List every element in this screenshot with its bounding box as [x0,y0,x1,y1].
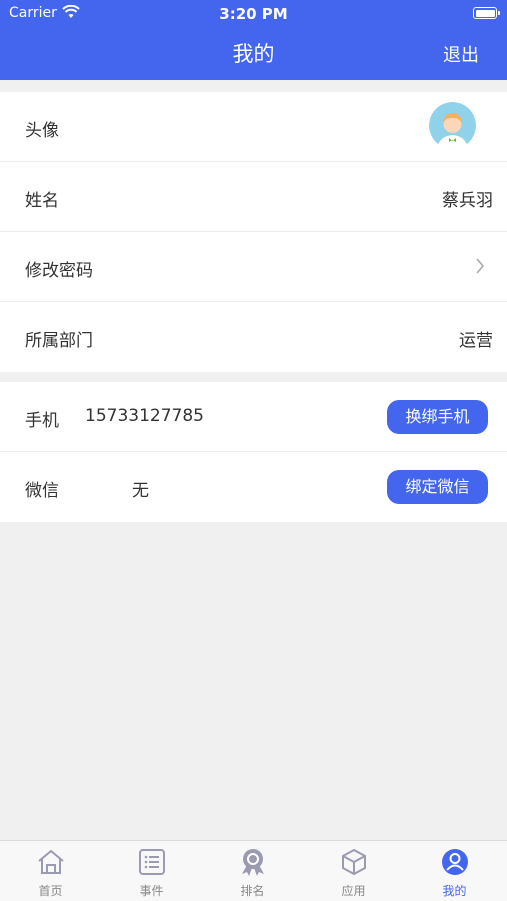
tab-ranking-label: 排名 [240,884,265,898]
department-value: 运营 [459,331,493,351]
profile-section: 头像 姓名 蔡兵羽 修改密码 所属部门 运营 [0,92,507,372]
change-password-label: 修改密码 [25,261,93,281]
status-bar: Carrier 3:20 PM [0,0,507,28]
department-label: 所属部门 [25,331,93,351]
top-bar: Carrier 3:20 PM 我的 退出 [0,0,507,80]
page-title: 我的 [232,42,275,66]
department-row: 所属部门 运营 [0,302,507,372]
wechat-row: 微信 无 绑定微信 [0,452,507,522]
name-value: 蔡兵羽 [442,191,493,211]
tab-apps[interactable]: 应用 [303,841,404,901]
wechat-label: 微信 [25,481,59,501]
name-row: 姓名 蔡兵羽 [0,162,507,232]
phone-label: 手机 [25,411,59,431]
tab-events[interactable]: 事件 [101,841,202,901]
tab-home-label: 首页 [38,884,63,898]
avatar-label: 头像 [25,121,59,141]
phone-value: 15733127785 [85,406,204,426]
tab-mine-label: 我的 [442,884,467,898]
avatar[interactable] [429,102,476,149]
wechat-value: 无 [132,481,149,501]
rebind-phone-button[interactable]: 换绑手机 [387,400,488,434]
binding-section: 手机 15733127785 换绑手机 微信 无 绑定微信 [0,382,507,522]
tab-apps-label: 应用 [341,884,366,898]
tab-ranking[interactable]: 排名 [202,841,303,901]
phone-row: 手机 15733127785 换绑手机 [0,382,507,452]
clock-text: 3:20 PM [219,5,288,23]
tab-mine[interactable]: 我的 [404,841,505,901]
logout-button[interactable]: 退出 [443,41,479,67]
avatar-row[interactable]: 头像 [0,92,507,162]
bind-wechat-button[interactable]: 绑定微信 [387,470,488,504]
battery-icon [473,7,500,19]
tab-home[interactable]: 首页 [0,841,101,901]
change-password-row[interactable]: 修改密码 [0,232,507,302]
tab-bar: 首页 事件 排名 应用 我的 [0,840,507,901]
name-label: 姓名 [25,191,59,211]
chevron-right-icon [475,257,485,279]
tab-events-label: 事件 [139,884,164,898]
